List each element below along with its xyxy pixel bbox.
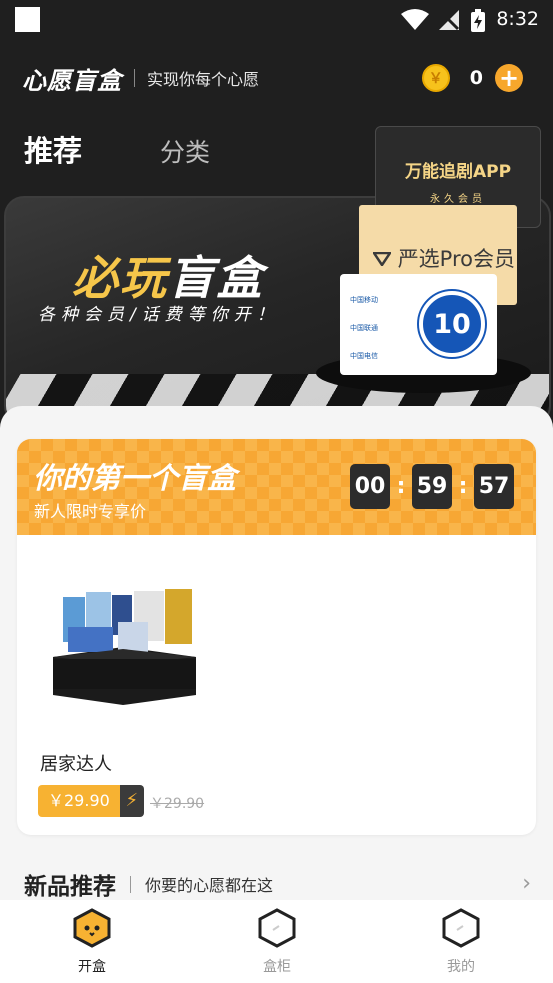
notification-icon (15, 7, 40, 32)
app-logo: 心愿盲盒 实现你每个心愿 (22, 62, 260, 95)
app-vip-sub: 永久会员 (430, 194, 486, 205)
operator-unicom: 中国联通 (350, 324, 378, 332)
wifi-icon (401, 9, 429, 30)
brand-name: 心愿盲盒 (22, 66, 122, 95)
timer-colon: : (458, 474, 468, 499)
original-price: ￥29.90 (150, 796, 205, 812)
pro-logo-icon (371, 251, 393, 268)
pro-vip-title: 严选Pro会员 (371, 243, 516, 273)
top-tabs: 推荐 分类 (24, 128, 210, 170)
box-cabinet-icon (258, 908, 296, 948)
tab-recommend[interactable]: 推荐 (24, 128, 82, 170)
operator-mobile: 中国移动 (350, 296, 378, 304)
signal-off-icon (439, 10, 460, 31)
brand-slogan: 实现你每个心愿 (147, 70, 260, 89)
tab-category[interactable]: 分类 (160, 133, 210, 169)
nav-mine[interactable]: 我的 (416, 908, 506, 976)
bottom-nav: 开盒 盒柜 我的 (0, 900, 553, 983)
nav-open-box[interactable]: 开盒 (47, 908, 137, 976)
current-price: ￥29.90 (38, 785, 120, 817)
section-title: 新品推荐 (24, 874, 116, 900)
chevron-right-icon[interactable]: › (522, 871, 531, 896)
app-vip-title: 万能追剧APP (404, 162, 512, 182)
countdown-timer: 00 : 59 : 57 (350, 464, 514, 509)
banner-title-b: 盲盒 (168, 251, 264, 305)
timer-hours: 00 (350, 464, 390, 509)
price-tag[interactable]: ￥29.90 ⚡ (38, 785, 144, 817)
lightning-icon: ⚡ (119, 785, 144, 817)
profile-icon (442, 908, 480, 948)
banner-title: 必玩盲盒 (72, 242, 264, 308)
first-box-header: 你的第一个盲盒 新人限时专享价 00 : 59 : 57 (17, 439, 536, 535)
divider (134, 69, 135, 87)
banner-title-a: 必玩 (72, 251, 168, 305)
credit-badge: 10 (419, 291, 485, 357)
operator-telecom: 中国电信 (350, 352, 378, 360)
timer-colon: : (396, 474, 406, 499)
status-time: 8:32 (496, 8, 539, 30)
coin-icon: ￥ (421, 64, 450, 92)
open-box-icon (73, 908, 111, 948)
coin-balance[interactable]: ￥ 0 + (421, 62, 523, 94)
nav-box-cabinet[interactable]: 盒柜 (232, 908, 322, 976)
nav-label-box-cabinet: 盒柜 (263, 959, 291, 975)
nav-label-mine: 我的 (447, 959, 475, 975)
battery-charging-icon (471, 9, 485, 32)
timer-seconds: 57 (474, 464, 514, 509)
add-coins-button[interactable]: + (495, 64, 523, 92)
product-image[interactable] (48, 587, 198, 707)
first-box-card[interactable]: 你的第一个盲盒 新人限时专享价 00 : 59 : 57 居家达人 ￥29.90… (17, 439, 536, 835)
timer-minutes: 59 (412, 464, 452, 509)
divider (130, 875, 131, 893)
pro-vip-label: 严选Pro会员 (397, 247, 516, 271)
operator-list: 中国移动 中国联通 中国电信 (350, 286, 378, 370)
status-bar: 8:32 (0, 0, 553, 38)
banner-subtitle: 各种会员/话费等你开！ (38, 305, 280, 325)
first-box-title: 你的第一个盲盒 (33, 461, 237, 495)
product-name: 居家达人 (40, 754, 112, 775)
section-desc: 你要的心愿都在这 (145, 876, 274, 895)
new-arrivals-header: 新品推荐 你要的心愿都在这 (24, 867, 273, 901)
first-box-subtitle: 新人限时专享价 (34, 502, 147, 521)
phone-credit-card: 中国移动 中国联通 中国电信 10 (340, 274, 497, 375)
coin-count: 0 (469, 67, 483, 89)
nav-label-open-box: 开盒 (78, 959, 106, 975)
